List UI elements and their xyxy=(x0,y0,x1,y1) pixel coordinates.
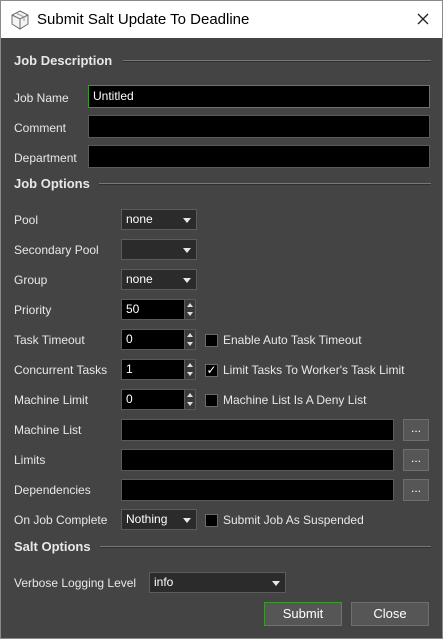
section-heading-job-description: Job Description xyxy=(14,53,113,68)
machine-list-label: Machine List xyxy=(14,423,82,437)
secondary-pool-dropdown[interactable] xyxy=(121,239,197,260)
priority-label: Priority xyxy=(14,303,52,317)
auto-timeout-checkbox[interactable] xyxy=(205,334,218,347)
arrow-up-icon xyxy=(187,393,193,397)
task-timeout-stepper[interactable] xyxy=(184,329,196,350)
submit-button[interactable]: Submit xyxy=(264,602,342,626)
chevron-down-icon xyxy=(183,218,191,223)
concurrent-tasks-spinbox[interactable]: 1 xyxy=(121,359,185,380)
on-job-complete-value: Nothing xyxy=(126,512,168,526)
limits-field[interactable] xyxy=(121,449,394,471)
machine-limit-spinbox[interactable]: 0 xyxy=(121,389,185,410)
job-name-field[interactable]: Untitled xyxy=(88,85,430,108)
priority-spinbox[interactable]: 50 xyxy=(121,299,185,320)
pool-label: Pool xyxy=(14,213,39,227)
priority-stepper[interactable] xyxy=(184,299,196,320)
suspended-label: Submit Job As Suspended xyxy=(223,513,364,527)
comment-label: Comment xyxy=(14,121,67,135)
auto-timeout-label: Enable Auto Task Timeout xyxy=(223,333,362,347)
pool-dropdown[interactable]: none xyxy=(121,209,197,230)
window-title: Submit Salt Update To Deadline xyxy=(37,11,250,28)
limit-tasks-checkbox[interactable]: ✓ xyxy=(205,364,218,377)
department-label: Department xyxy=(14,151,77,165)
arrow-up-icon xyxy=(187,363,193,367)
chevron-down-icon xyxy=(183,248,191,253)
verbose-logging-label: Verbose Logging Level xyxy=(14,576,137,590)
concurrent-tasks-label: Concurrent Tasks xyxy=(14,363,108,377)
machine-list-browse-button[interactable]: ... xyxy=(403,419,429,441)
chevron-down-icon xyxy=(272,581,280,586)
limits-browse-button[interactable]: ... xyxy=(403,449,429,471)
limits-label: Limits xyxy=(14,453,46,467)
arrow-up-icon xyxy=(187,303,193,307)
dialog-body: Job Description Job Name Untitled Commen… xyxy=(1,38,442,638)
dependencies-field[interactable] xyxy=(121,479,394,501)
dependencies-browse-button[interactable]: ... xyxy=(403,479,429,501)
machine-limit-stepper[interactable] xyxy=(184,389,196,410)
comment-field[interactable] xyxy=(88,115,430,138)
close-button[interactable]: Close xyxy=(351,602,429,626)
concurrent-tasks-stepper[interactable] xyxy=(184,359,196,380)
limit-tasks-label: Limit Tasks To Worker's Task Limit xyxy=(223,363,405,377)
group-dropdown[interactable]: none xyxy=(121,269,197,290)
dialog-window: Submit Salt Update To Deadline Job Descr… xyxy=(0,0,443,639)
section-heading-job-options: Job Options xyxy=(14,176,90,191)
on-job-complete-dropdown[interactable]: Nothing xyxy=(121,509,197,530)
job-name-label: Job Name xyxy=(14,91,69,105)
arrow-down-icon xyxy=(187,372,193,376)
on-job-complete-label: On Job Complete xyxy=(14,513,108,527)
deny-list-label: Machine List Is A Deny List xyxy=(223,393,367,407)
section-divider xyxy=(123,60,431,62)
secondary-pool-label: Secondary Pool xyxy=(14,243,99,257)
arrow-down-icon xyxy=(187,402,193,406)
verbose-logging-dropdown[interactable]: info xyxy=(149,572,286,593)
chevron-down-icon xyxy=(183,278,191,283)
arrow-up-icon xyxy=(187,333,193,337)
task-timeout-label: Task Timeout xyxy=(14,333,85,347)
section-heading-salt-options: Salt Options xyxy=(14,539,91,554)
task-timeout-spinbox[interactable]: 0 xyxy=(121,329,185,350)
chevron-down-icon xyxy=(183,518,191,523)
group-label: Group xyxy=(14,273,48,287)
department-field[interactable] xyxy=(88,145,430,168)
section-divider xyxy=(100,546,431,548)
arrow-down-icon xyxy=(187,312,193,316)
deny-list-checkbox[interactable] xyxy=(205,394,218,407)
suspended-checkbox[interactable] xyxy=(205,514,218,527)
section-divider xyxy=(99,183,431,185)
verbose-logging-value: info xyxy=(154,575,174,589)
machine-list-field[interactable] xyxy=(121,419,394,441)
arrow-down-icon xyxy=(187,342,193,346)
close-icon[interactable] xyxy=(411,7,435,31)
pool-value: none xyxy=(126,212,153,226)
deadline-app-icon xyxy=(11,10,29,30)
group-value: none xyxy=(126,272,153,286)
title-bar: Submit Salt Update To Deadline xyxy=(1,1,442,38)
dependencies-label: Dependencies xyxy=(14,483,91,497)
machine-limit-label: Machine Limit xyxy=(14,393,89,407)
